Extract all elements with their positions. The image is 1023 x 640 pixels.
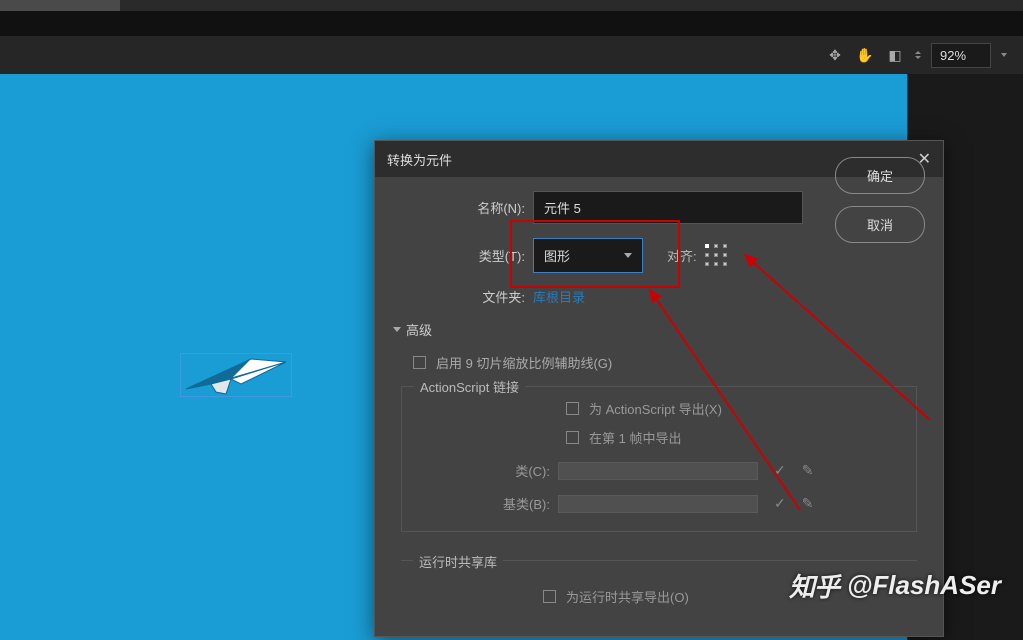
zhihu-logo: 知乎 [789, 567, 839, 604]
clip-icon[interactable]: ◧ [885, 45, 905, 65]
enable-9slice-checkbox[interactable] [413, 356, 426, 369]
class-input[interactable] [558, 462, 758, 480]
type-label: 类型(T): [393, 246, 533, 265]
zoom-spinner[interactable] [915, 51, 921, 59]
type-value: 图形 [544, 246, 570, 265]
export-frame1-label: 在第 1 帧中导出 [589, 428, 681, 447]
export-runtime-checkbox[interactable] [543, 590, 556, 603]
export-runtime-label: 为运行时共享导出(O) [566, 587, 689, 606]
enable-9slice-label: 启用 9 切片缩放比例辅助线(G) [436, 353, 612, 372]
ok-button[interactable]: 确定 [835, 157, 925, 194]
app-tab-bar [0, 0, 1023, 12]
type-select[interactable]: 图形 [533, 238, 643, 273]
actionscript-linkage-fieldset: ActionScript 链接 为 ActionScript 导出(X) 在第 … [401, 386, 917, 532]
export-as-checkbox[interactable] [566, 402, 579, 415]
dialog-title-text: 转换为元件 [387, 150, 452, 169]
registration-grid[interactable] [705, 244, 729, 268]
check-icon[interactable]: ✓ [774, 495, 786, 512]
edit-icon[interactable]: ✎ [802, 495, 814, 512]
base-class-input[interactable] [558, 495, 758, 513]
center-stage-icon[interactable]: ✥ [825, 45, 845, 65]
hand-tool-icon[interactable]: ✋ [855, 45, 875, 65]
selected-symbol[interactable] [180, 353, 292, 397]
chevron-down-icon [624, 253, 632, 258]
watermark-handle: @FlashASer [847, 570, 1001, 601]
check-icon[interactable]: ✓ [774, 462, 786, 479]
advanced-toggle[interactable]: 高级 [393, 320, 925, 339]
name-input[interactable] [533, 191, 803, 224]
zoom-level-select[interactable]: 92% [931, 43, 991, 68]
advanced-label: 高级 [406, 320, 432, 339]
runtime-share-legend: 运行时共享库 [413, 555, 503, 570]
align-label: 对齐: [667, 246, 697, 265]
folder-label: 文件夹: [393, 287, 533, 306]
app-header [0, 12, 1023, 36]
zoom-dropdown-icon[interactable] [1001, 53, 1007, 57]
as-linkage-legend: ActionScript 链接 [414, 377, 525, 396]
watermark: 知乎 @FlashASer [789, 567, 1001, 604]
convert-to-symbol-dialog: 转换为元件 ✕ 确定 取消 名称(N): 类型(T): 图形 对齐: [374, 140, 944, 637]
export-as-label: 为 ActionScript 导出(X) [589, 399, 722, 418]
class-label: 类(C): [416, 461, 558, 480]
chevron-down-icon [393, 327, 401, 332]
stage-toolbar: ✥ ✋ ◧ 92% [0, 36, 1023, 74]
name-label: 名称(N): [393, 198, 533, 217]
zoom-level-text: 92% [940, 48, 966, 63]
base-class-label: 基类(B): [416, 494, 558, 513]
export-frame1-checkbox[interactable] [566, 431, 579, 444]
edit-icon[interactable]: ✎ [802, 462, 814, 479]
folder-link[interactable]: 库根目录 [533, 287, 585, 306]
